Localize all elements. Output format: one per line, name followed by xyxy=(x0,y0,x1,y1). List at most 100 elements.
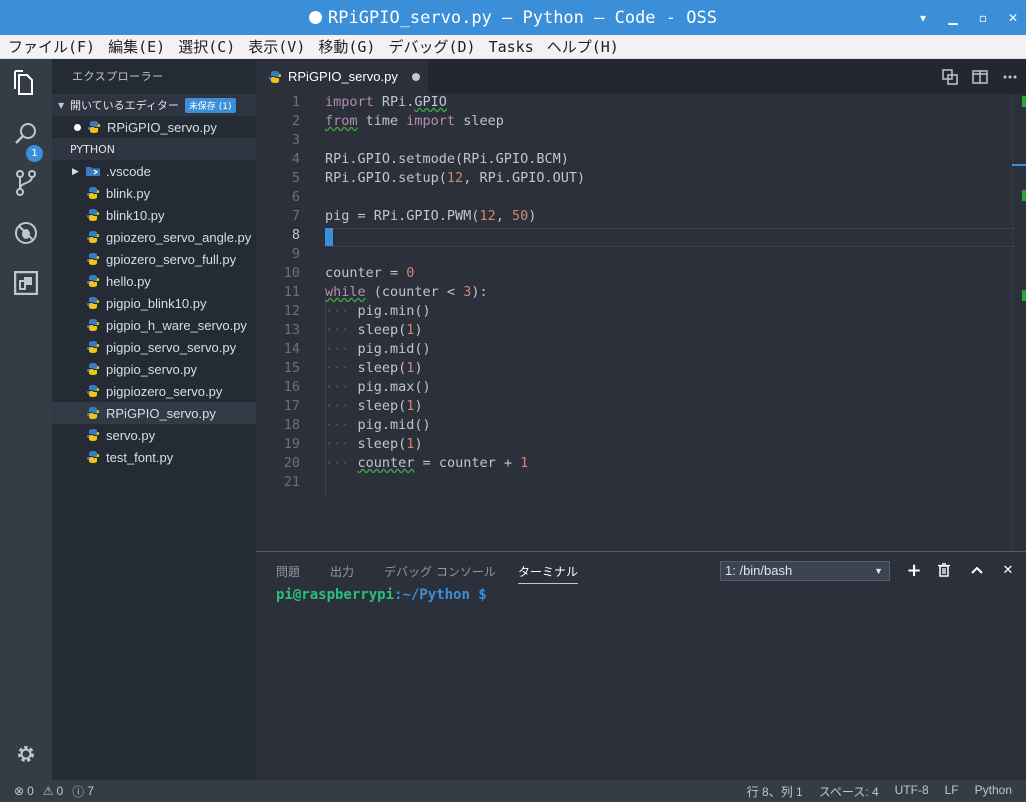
code-editor[interactable]: 1 2 3 4 5 6 7 8 9 10 11 12 13 14 15 16 17 18 19 20 21 import… xyxy=(256,94,1026,551)
unsaved-dot-icon xyxy=(74,123,81,131)
file-label: servo.py xyxy=(106,427,156,443)
indentation[interactable]: スペース: 4 xyxy=(819,783,879,800)
code-line: RPi.GPIO.setup(12, RPi.GPIO.OUT) xyxy=(325,170,586,186)
new-terminal-icon[interactable]: + xyxy=(906,560,922,581)
terminal-prompt[interactable]: pi@raspberrypi:~/Python $ xyxy=(276,587,487,603)
python-file-icon xyxy=(86,385,100,397)
line-number: 5 xyxy=(291,170,300,186)
line-number: 16 xyxy=(283,379,300,395)
folder-vscode-label: .vscode xyxy=(106,163,151,179)
source-control-icon[interactable] xyxy=(11,168,41,198)
editor-tabs: RPiGPIO_servo.py xyxy=(256,59,1026,94)
maximize-panel-icon[interactable] xyxy=(969,562,985,578)
file-label: pigpio_h_ware_servo.py xyxy=(106,317,247,333)
code-line: ··· pig.max() xyxy=(325,379,431,395)
open-editor-item[interactable]: RPiGPIO_servo.py xyxy=(52,116,256,138)
file-item[interactable]: pigpio_h_ware_servo.py xyxy=(52,314,256,336)
menu-view[interactable]: 表示(V) xyxy=(248,36,305,57)
window-menu-icon[interactable]: ▾ xyxy=(918,11,928,25)
file-item[interactable]: test_font.py xyxy=(52,446,256,468)
line-number: 19 xyxy=(283,436,300,452)
tab-rpigpio-servo[interactable]: RPiGPIO_servo.py xyxy=(256,59,428,94)
line-ending[interactable]: LF xyxy=(945,783,959,800)
python-file-icon xyxy=(86,451,100,463)
file-item[interactable]: pigpio_servo_servo.py xyxy=(52,336,256,358)
warning-count: 0 xyxy=(56,784,64,798)
trash-icon[interactable] xyxy=(936,562,952,578)
open-changes-icon[interactable] xyxy=(942,68,958,85)
line-number: 14 xyxy=(283,341,300,357)
tab-debug-console[interactable]: デバッグ コンソール xyxy=(384,563,496,580)
close-panel-icon[interactable]: ✕ xyxy=(1000,562,1016,578)
menu-go[interactable]: 移動(G) xyxy=(318,36,375,57)
explorer-icon[interactable] xyxy=(11,68,41,98)
file-item[interactable]: gpiozero_servo_angle.py xyxy=(52,226,256,248)
maximize-icon[interactable]: ▫ xyxy=(978,11,988,25)
tab-problems[interactable]: 問題 xyxy=(276,563,300,580)
title-bar: RPiGPIO_servo.py — Python — Code - OSS ▾… xyxy=(0,0,1026,35)
line-number: 20 xyxy=(283,455,300,471)
split-editor-icon[interactable] xyxy=(972,69,988,85)
encoding[interactable]: UTF-8 xyxy=(895,783,929,800)
line-number: 18 xyxy=(283,417,300,433)
folder-vscode[interactable]: ▶ .vscode xyxy=(52,160,256,182)
open-editors-header[interactable]: ▼ 開いているエディター 未保存 (1) xyxy=(52,94,256,116)
menu-file[interactable]: ファイル(F) xyxy=(8,36,95,57)
file-label: pigpiozero_servo.py xyxy=(106,383,223,399)
python-file-icon xyxy=(87,121,101,133)
file-label: test_font.py xyxy=(106,449,174,465)
file-item[interactable]: blink.py xyxy=(52,182,256,204)
code-line: ··· counter = counter + 1 xyxy=(325,455,529,471)
tab-label: RPiGPIO_servo.py xyxy=(288,69,398,84)
file-item[interactable]: pigpiozero_servo.py xyxy=(52,380,256,402)
file-label: pigpio_servo.py xyxy=(106,361,198,377)
info-icon: ⓘ xyxy=(72,784,85,799)
editor-scrollbar[interactable] xyxy=(1012,94,1026,551)
python-file-icon xyxy=(268,70,282,83)
python-file-icon xyxy=(86,341,100,353)
menu-help[interactable]: ヘルプ(H) xyxy=(547,36,619,57)
menu-edit[interactable]: 編集(E) xyxy=(108,36,165,57)
search-icon[interactable] xyxy=(11,118,41,148)
close-window-icon[interactable]: ✕ xyxy=(1008,11,1018,25)
activity-bar: 1 xyxy=(0,59,52,780)
line-number: 13 xyxy=(283,322,300,338)
unsaved-dot-icon xyxy=(309,11,323,24)
file-item[interactable]: pigpio_servo.py xyxy=(52,358,256,380)
file-label: pigpio_blink10.py xyxy=(106,295,207,311)
folder-header[interactable]: PYTHON xyxy=(52,138,256,160)
settings-gear-icon[interactable] xyxy=(11,739,41,769)
cursor-position[interactable]: 行 8、列 1 xyxy=(747,783,803,800)
code-line: ··· sleep(1) xyxy=(325,436,423,452)
code-line: pig = RPi.GPIO.PWM(12, 50) xyxy=(325,208,537,224)
file-label: gpiozero_servo_full.py xyxy=(106,251,237,267)
code-line: ··· sleep(1) xyxy=(325,322,423,338)
file-item[interactable]: servo.py xyxy=(52,424,256,446)
warning-icon: ⚠ xyxy=(42,784,54,798)
code-line: from time import sleep xyxy=(325,113,504,129)
minimize-icon[interactable]: ▁ xyxy=(948,11,958,25)
python-file-icon xyxy=(86,209,100,221)
tab-terminal[interactable]: ターミナル xyxy=(518,563,579,584)
debug-icon[interactable] xyxy=(11,218,41,248)
python-file-icon xyxy=(86,275,100,287)
unsaved-badge: 未保存 (1) xyxy=(184,97,236,113)
problems-summary[interactable]: ⊗ 0 ⚠ 0 ⓘ 7 xyxy=(0,783,99,800)
prompt-path: :~/Python $ xyxy=(394,587,487,603)
file-item[interactable]: hello.py xyxy=(52,270,256,292)
file-item[interactable]: blink10.py xyxy=(52,204,256,226)
file-item[interactable]: RPiGPIO_servo.py xyxy=(52,402,256,424)
language-mode[interactable]: Python xyxy=(975,783,1012,800)
file-item[interactable]: gpiozero_servo_full.py xyxy=(52,248,256,270)
more-actions-icon[interactable] xyxy=(1002,69,1018,85)
file-item[interactable]: pigpio_blink10.py xyxy=(52,292,256,314)
terminal-select[interactable]: 1: /bin/bash ▼ xyxy=(720,561,890,581)
python-file-icon xyxy=(86,429,100,441)
menu-tasks[interactable]: Tasks xyxy=(489,38,534,56)
menu-debug[interactable]: デバッグ(D) xyxy=(388,36,475,57)
info-count: 7 xyxy=(87,784,94,798)
menu-selection[interactable]: 選択(C) xyxy=(178,36,235,57)
extensions-icon[interactable] xyxy=(11,268,41,298)
modified-dot-icon[interactable] xyxy=(411,72,420,81)
tab-output[interactable]: 出力 xyxy=(330,563,354,580)
